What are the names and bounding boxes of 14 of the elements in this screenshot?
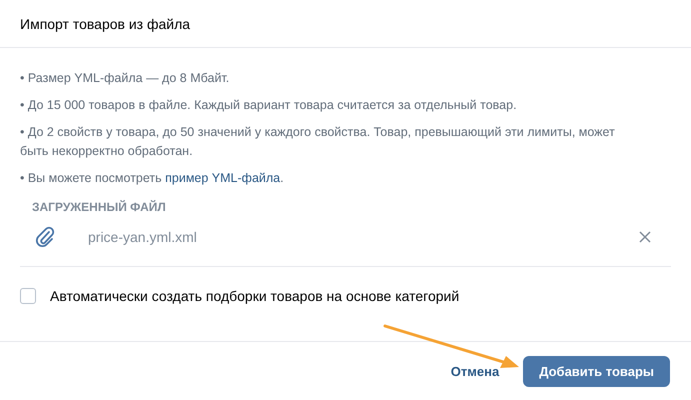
checkbox-label: Автоматически создать подборки товаров на основе категорий bbox=[50, 288, 460, 304]
note-text: • Размер YML-файла — до 8 Мбайт. bbox=[20, 70, 230, 87]
note-text: • Вы можете посмотреть пример YML-файла. bbox=[20, 170, 285, 187]
add-products-button[interactable]: Добавить товары bbox=[523, 356, 670, 386]
note-text: • До 2 свойств у товара, до 50 значений у каждого свойства. Товар, превышающий эти лимиты, может быть некорректно обработан. bbox=[20, 124, 616, 160]
section-heading: ЗАГРУЖЕННЫЙ ФАЙЛ bbox=[32, 200, 167, 214]
cancel-button[interactable]: Отмена bbox=[438, 356, 512, 386]
example-link[interactable]: пример YML-файла bbox=[165, 171, 280, 185]
note-text: • До 15 000 товаров в файле. Каждый вариант товара считается за отдельный товар. bbox=[20, 97, 518, 114]
file-name: price-yan.yml.xml bbox=[88, 229, 198, 245]
checkbox[interactable] bbox=[20, 288, 36, 304]
window-title: Импорт товаров из файла bbox=[20, 16, 190, 32]
close-icon[interactable] bbox=[639, 231, 651, 243]
paperclip-icon bbox=[34, 225, 56, 249]
